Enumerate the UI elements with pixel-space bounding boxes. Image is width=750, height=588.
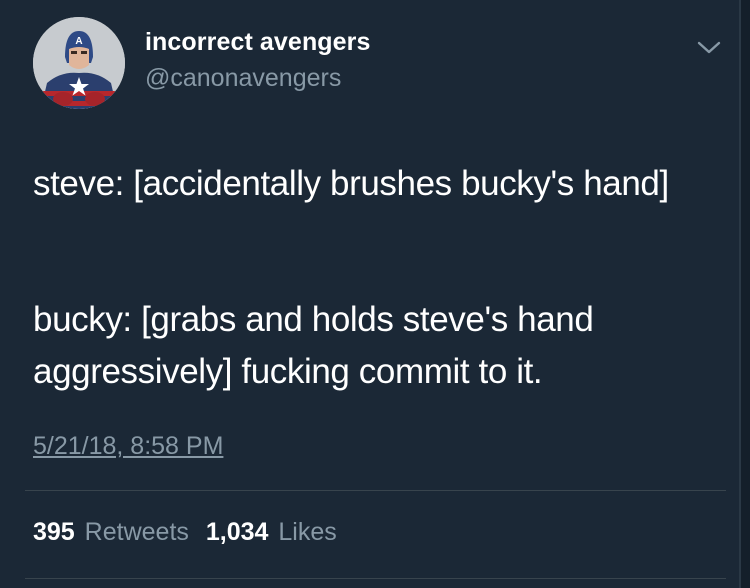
divider [25, 578, 726, 579]
captain-america-avatar-icon: A [33, 17, 125, 109]
tweet-timestamp[interactable]: 5/21/18, 8:58 PM [33, 432, 223, 461]
tweet-text-paragraph: bucky: [grabs and holds steve's hand agg… [33, 300, 594, 391]
retweets-label: Retweets [84, 518, 189, 546]
svg-text:A: A [75, 36, 82, 47]
scroll-edge-line [739, 0, 741, 588]
likes-stat[interactable]: 1,034 Likes [206, 518, 337, 547]
retweets-count: 395 [33, 518, 75, 546]
retweets-stat[interactable]: 395 Retweets [33, 518, 189, 547]
tweet-text-paragraph: steve: [accidentally brushes bucky's han… [33, 164, 669, 203]
tweet-stats: 395 Retweets 1,034 Likes [33, 518, 347, 547]
divider [25, 490, 726, 491]
display-name[interactable]: incorrect avengers [145, 28, 371, 57]
tweet-card: A incorrect avengers @canonavengers stev… [0, 0, 750, 588]
likes-label: Likes [278, 518, 337, 546]
likes-count: 1,034 [205, 518, 269, 546]
user-handle[interactable]: @canonavengers [145, 64, 341, 93]
chevron-down-icon[interactable] [695, 37, 723, 57]
avatar[interactable]: A [33, 17, 125, 109]
